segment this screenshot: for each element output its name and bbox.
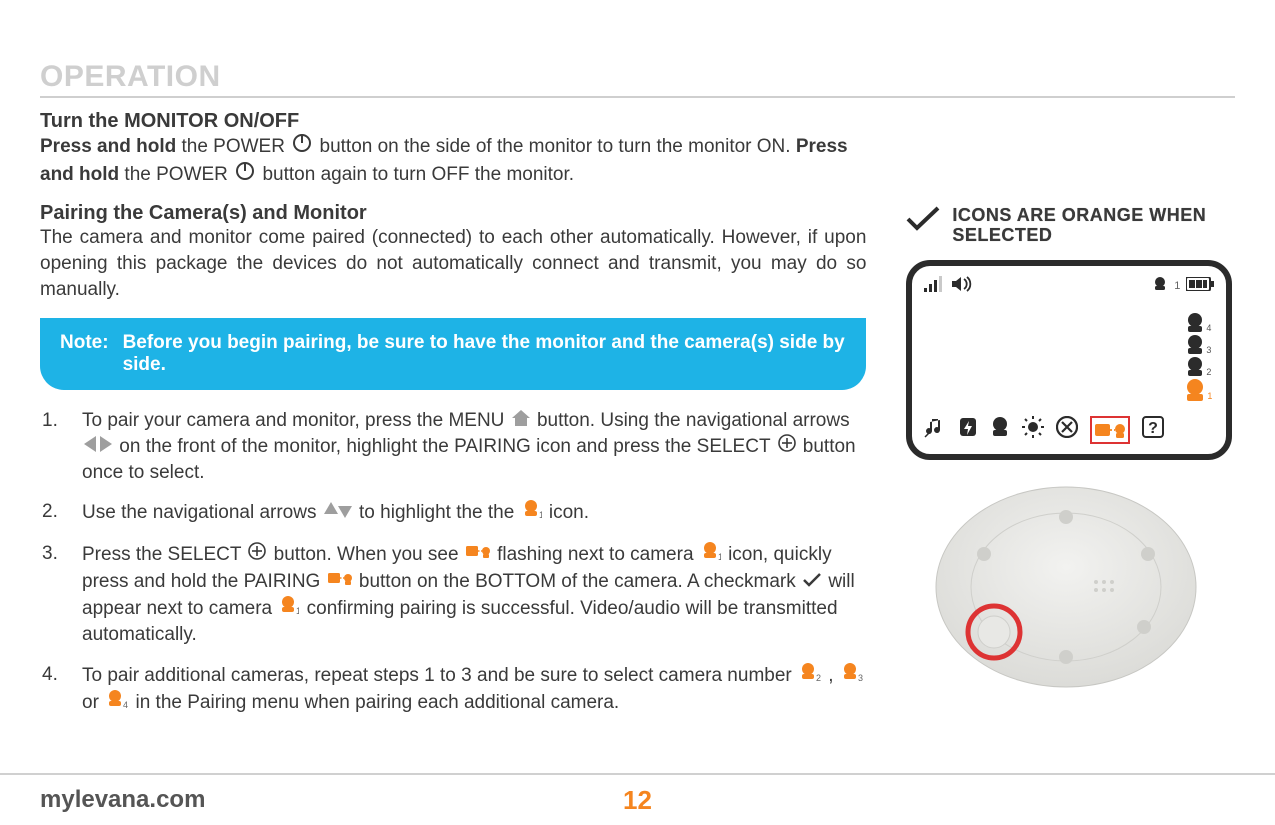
right-column: ICONS ARE ORANGE WHEN SELECTED 1 4 [906, 106, 1235, 731]
camera-list-item-1-selected: 1 [1184, 378, 1212, 402]
note-body: Before you begin pairing, be sure to hav… [123, 332, 847, 376]
camera1-icon: 1 [279, 595, 299, 623]
s1a: To pair your camera and monitor, press t… [82, 410, 510, 431]
camera-menu-icon [990, 416, 1010, 443]
text-1c: button on the side of the monitor to tur… [314, 136, 796, 157]
svg-text:2: 2 [816, 673, 821, 682]
step-1: To pair your camera and monitor, press t… [76, 408, 866, 485]
camera-bottom-illustration [906, 482, 1226, 692]
s4b: , [828, 665, 839, 686]
press-hold-1: Press and hold [40, 136, 176, 157]
select-plus-icon [248, 542, 266, 568]
text-2b: the POWER [119, 163, 233, 184]
charge-icon [958, 416, 978, 443]
s3c: flashing next to camera [497, 544, 699, 565]
help-icon: ? [1142, 416, 1164, 443]
cam2-label: 2 [1206, 367, 1211, 377]
svg-text:1: 1 [718, 552, 721, 561]
camera-list-item-2: 2 [1185, 356, 1211, 378]
svg-text:?: ? [1149, 420, 1159, 437]
text-2c: button again to turn OFF the monitor. [257, 163, 574, 184]
svg-text:4: 4 [123, 700, 128, 709]
cam1-sub: 1 [1174, 280, 1180, 292]
text-1b: the POWER [176, 136, 290, 157]
arrows-lr-icon [84, 434, 112, 460]
s2a: Use the navigational arrows [82, 502, 322, 523]
camera1-icon: 1 [701, 541, 721, 569]
home-icon [512, 408, 530, 434]
s4c: or [82, 692, 104, 713]
camera1-icon: 1 [522, 499, 542, 527]
note-label: Note: [60, 332, 109, 376]
page-number: 12 [623, 785, 652, 816]
footer-url: mylevana.com [40, 786, 205, 814]
pairing-anim-icon [328, 569, 352, 595]
s1c: on the front of the monitor, highlight t… [119, 436, 775, 457]
s3e: button on the BOTTOM of the camera. A ch… [359, 571, 801, 592]
s3a: Press the SELECT [82, 544, 246, 565]
s3b: button. When you see [274, 544, 464, 565]
svg-text:1: 1 [296, 606, 299, 615]
step-3: Press the SELECT button. When you see fl… [76, 541, 866, 648]
step-4: To pair additional cameras, repeat steps… [76, 662, 866, 717]
camera-list: 4 3 2 1 [1184, 312, 1212, 402]
pairing-menu-selected [1090, 416, 1130, 444]
arrows-ud-icon [324, 500, 352, 526]
battery-icon [1186, 277, 1214, 296]
svg-text:1: 1 [539, 510, 542, 519]
power-icon [292, 133, 312, 161]
menu-bottom-row: ? [924, 416, 1214, 444]
cancel-icon [1056, 416, 1078, 443]
monitor-screen-illustration: 1 4 3 2 [906, 260, 1232, 460]
volume-icon [952, 276, 972, 297]
signal-icon [924, 276, 944, 297]
s4d: in the Pairing menu when pairing each ad… [135, 692, 619, 713]
page: OPERATION Turn the MONITOR ON/OFF Press … [0, 0, 1275, 825]
power-icon [235, 161, 255, 189]
select-plus-icon [778, 434, 796, 460]
pairing-anim-icon [466, 542, 490, 568]
svg-text:3: 3 [858, 673, 863, 682]
s4a: To pair additional cameras, repeat steps… [82, 665, 797, 686]
camera-list-item-3: 3 [1185, 334, 1211, 356]
brightness-icon [1022, 416, 1044, 443]
monitor-onoff-body: Press and hold the POWER button on the s… [40, 133, 866, 188]
camera2-icon: 2 [799, 662, 821, 690]
pairing-body: The camera and monitor come paired (conn… [40, 225, 866, 302]
status-top-left [924, 276, 972, 297]
camera4-icon: 4 [106, 689, 128, 717]
check-icon [906, 206, 940, 237]
camera-list-item-4: 4 [1185, 312, 1211, 334]
cam4-label: 4 [1206, 323, 1211, 333]
check-icon [803, 569, 821, 595]
s2b: to highlight the the [359, 502, 520, 523]
pairing-heading: Pairing the Camera(s) and Monitor [40, 202, 866, 225]
music-icon [924, 416, 946, 443]
note-box: Note: Before you begin pairing, be sure … [40, 318, 866, 390]
step-2: Use the navigational arrows to highlight… [76, 499, 866, 527]
camera-small-icon [1152, 276, 1168, 297]
cam1-label: 1 [1207, 391, 1212, 401]
icons-orange-callout: ICONS ARE ORANGE WHEN SELECTED [906, 206, 1235, 246]
camera3-icon: 3 [841, 662, 863, 690]
monitor-onoff-heading: Turn the MONITOR ON/OFF [40, 110, 866, 133]
s2c: icon. [549, 502, 589, 523]
content-columns: Turn the MONITOR ON/OFF Press and hold t… [40, 106, 1235, 731]
s1b: button. Using the navigational arrows [537, 410, 850, 431]
callout-text: ICONS ARE ORANGE WHEN SELECTED [952, 206, 1235, 246]
steps-list: To pair your camera and monitor, press t… [76, 408, 866, 717]
status-top-right: 1 [1152, 276, 1214, 297]
footer: mylevana.com 12 [0, 773, 1275, 825]
cam3-label: 3 [1206, 345, 1211, 355]
left-column: Turn the MONITOR ON/OFF Press and hold t… [40, 106, 866, 731]
section-title: OPERATION [40, 60, 1235, 98]
